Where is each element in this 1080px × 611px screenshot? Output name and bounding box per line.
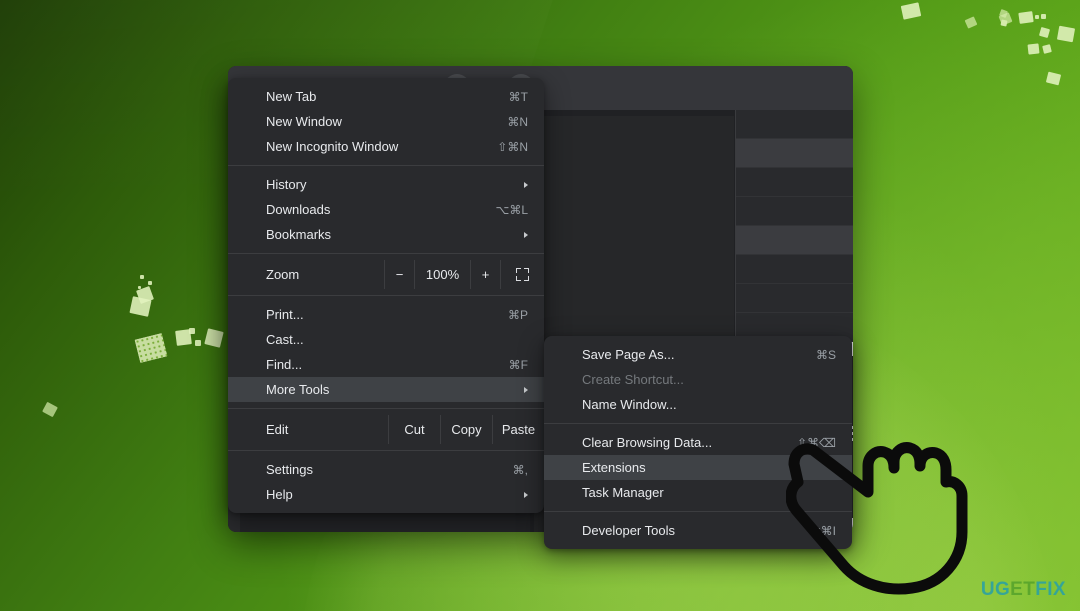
menu-item-find[interactable]: Find... ⌘F <box>228 352 544 377</box>
menu-item-label: Help <box>266 487 293 502</box>
menu-item-bookmarks[interactable]: Bookmarks <box>228 222 544 247</box>
menu-item-shortcut: ⌘S <box>815 347 836 362</box>
confetti-square <box>189 328 195 334</box>
menu-item-new-window[interactable]: New Window ⌘N <box>228 109 544 134</box>
logo-part-et: ET <box>1010 579 1036 600</box>
menu-item-label: New Tab <box>266 89 317 104</box>
menu-item-more-tools[interactable]: More Tools <box>228 377 544 402</box>
menu-separator <box>228 408 544 409</box>
side-panel-row[interactable] <box>736 226 853 255</box>
menu-item-label: Downloads <box>266 202 331 217</box>
menu-item-new-tab[interactable]: New Tab ⌘T <box>228 84 544 109</box>
menu-item-shortcut: ⌘T <box>508 89 528 104</box>
menu-item-label: Bookmarks <box>266 227 332 242</box>
side-panel-row[interactable] <box>736 110 853 139</box>
zoom-out-button[interactable]: − <box>384 260 414 289</box>
menu-item-help[interactable]: Help <box>228 482 544 507</box>
cut-button[interactable]: Cut <box>388 415 440 444</box>
edit-label: Edit <box>266 422 289 437</box>
menu-separator <box>228 253 544 254</box>
submenu-item-create-shortcut: Create Shortcut... <box>544 367 852 392</box>
side-panel-row[interactable] <box>736 197 853 226</box>
copy-button[interactable]: Copy <box>440 415 492 444</box>
menu-item-label: New Incognito Window <box>266 139 399 154</box>
menu-row-edit: Edit Cut Copy Paste <box>228 415 544 444</box>
submenu-item-name-window[interactable]: Name Window... <box>544 392 852 417</box>
hand-pointer-icon <box>785 442 968 595</box>
chevron-right-icon <box>524 386 528 393</box>
menu-item-label: History <box>266 177 307 192</box>
menu-row-zoom: Zoom − 100% + <box>228 260 544 289</box>
menu-item-shortcut: ⇧⌘N <box>497 139 528 154</box>
menu-separator <box>228 295 544 296</box>
confetti-square <box>129 296 152 317</box>
chrome-main-menu[interactable]: New Tab ⌘T New Window ⌘N New Incognito W… <box>228 78 544 513</box>
menu-item-label: New Window <box>266 114 342 129</box>
menu-item-settings[interactable]: Settings ⌘, <box>228 457 544 482</box>
logo-part-fix: FIX <box>1035 579 1066 600</box>
menu-item-shortcut: ⌘P <box>507 307 528 322</box>
chevron-right-icon <box>524 231 528 238</box>
logo-part-ug: UG <box>980 579 1011 600</box>
menu-item-cast[interactable]: Cast... <box>228 327 544 352</box>
zoom-level-value: 100% <box>414 260 470 289</box>
fullscreen-button[interactable] <box>500 260 544 289</box>
ugetfix-logo: UGETFIX <box>981 579 1066 601</box>
menu-separator <box>228 165 544 166</box>
menu-item-shortcut: ⌘N <box>507 114 528 129</box>
menu-item-new-incognito-window[interactable]: New Incognito Window ⇧⌘N <box>228 134 544 159</box>
menu-separator <box>544 423 852 424</box>
confetti-square <box>1018 11 1034 24</box>
menu-item-downloads[interactable]: Downloads ⌥⌘L <box>228 197 544 222</box>
chevron-right-icon <box>524 181 528 188</box>
menu-item-label: Print... <box>266 307 304 322</box>
side-panel-row[interactable] <box>736 284 853 313</box>
menu-item-label: More Tools <box>266 382 330 397</box>
menu-item-label: Settings <box>266 462 313 477</box>
menu-item-label: Developer Tools <box>582 523 675 538</box>
menu-item-shortcut: ⌥⌘L <box>495 202 528 217</box>
confetti-square <box>1056 25 1076 43</box>
chevron-right-icon <box>524 491 528 498</box>
menu-separator <box>228 450 544 451</box>
zoom-in-button[interactable]: + <box>470 260 500 289</box>
side-panel-row[interactable] <box>736 255 853 284</box>
hand-pointer-cursor <box>785 436 998 604</box>
submenu-item-save-page-as[interactable]: Save Page As... ⌘S <box>544 342 852 367</box>
menu-item-label: Clear Browsing Data... <box>582 435 713 450</box>
confetti-square <box>1035 15 1039 19</box>
menu-item-label: Create Shortcut... <box>582 372 684 387</box>
menu-item-label: Save Page As... <box>582 347 675 362</box>
zoom-label: Zoom <box>266 267 300 282</box>
menu-item-label: Cast... <box>266 332 304 347</box>
menu-item-shortcut: ⌘, <box>512 462 528 477</box>
menu-item-history[interactable]: History <box>228 172 544 197</box>
confetti-square <box>1041 14 1046 19</box>
menu-item-shortcut: ⌘F <box>508 357 528 372</box>
menu-item-label: Name Window... <box>582 397 677 412</box>
confetti-square <box>195 340 201 346</box>
fullscreen-icon <box>516 268 529 281</box>
paste-button[interactable]: Paste <box>492 415 544 444</box>
side-panel-row[interactable] <box>736 168 853 197</box>
menu-item-label: Find... <box>266 357 303 372</box>
confetti-square <box>140 275 144 279</box>
confetti-square <box>1027 43 1040 55</box>
confetti-square <box>148 281 152 285</box>
menu-item-print[interactable]: Print... ⌘P <box>228 302 544 327</box>
side-panel-row[interactable] <box>736 139 853 168</box>
